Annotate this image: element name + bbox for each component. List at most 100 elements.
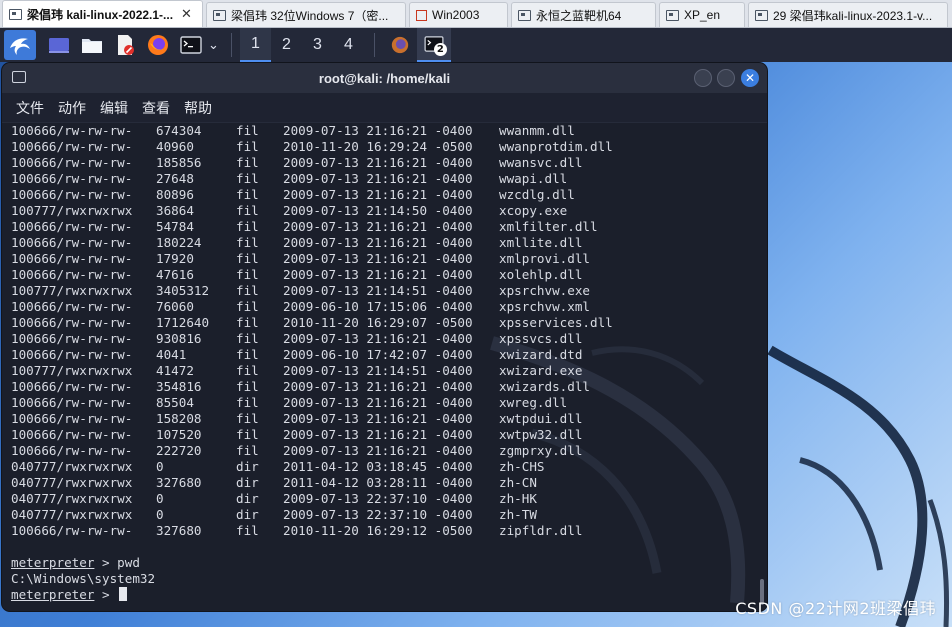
menu-edit[interactable]: 编辑 (100, 98, 128, 118)
listing-type: fil (236, 187, 259, 202)
listing-name: xpsservices.dll (499, 315, 613, 330)
close-button[interactable]: ✕ (741, 69, 759, 87)
window-count-badge: 2 (433, 43, 447, 56)
workspace-4[interactable]: 4 (333, 28, 364, 62)
listing-type: fil (236, 331, 259, 346)
listing-mode: 100666/rw-rw-rw- (11, 235, 133, 250)
text-editor-button[interactable] (114, 34, 136, 56)
listing-type: fil (236, 235, 259, 250)
listing-name: zh-CN (499, 475, 537, 490)
listing-date: 2009-07-13 21:16:21 -0400 (283, 219, 473, 234)
close-icon: ✕ (744, 71, 756, 85)
listing-size: 36864 (156, 203, 194, 218)
listing-mode: 100666/rw-rw-rw- (11, 395, 133, 410)
listing-size: 930816 (156, 331, 202, 346)
listing-row: 100666/rw-rw-rw- 47616 fil 2009-07-13 21:16… (11, 267, 767, 283)
listing-row: 100777/rwxrwxrwx 36864 fil 2009-07-13 21:14… (11, 203, 767, 219)
prompt-word: meterpreter (11, 587, 95, 602)
listing-type: dir (236, 459, 259, 474)
listing-row: 100666/rw-rw-rw- 54784 fil 2009-07-13 21:16… (11, 219, 767, 235)
listing-name: xwtpdui.dll (499, 411, 583, 426)
vm-tab-kali-2022[interactable]: 梁倡玮 kali-linux-2022.1-... ✕ (2, 0, 203, 27)
listing-name: xwizard.dtd (499, 347, 583, 362)
listing-size: 4041 (156, 347, 187, 362)
tab-close-icon[interactable]: ✕ (181, 6, 192, 22)
listing-row: 100666/rw-rw-rw- 27648 fil 2009-07-13 21:16… (11, 171, 767, 187)
taskbar-firefox[interactable] (383, 28, 417, 62)
listing-row: 100777/rwxrwxrwx 3405312 fil 2009-07-13 21:… (11, 283, 767, 299)
kali-dragon-icon (10, 38, 30, 55)
listing-type: fil (236, 155, 259, 170)
file-manager-button[interactable] (81, 34, 103, 56)
workspace-1[interactable]: 1 (239, 28, 271, 62)
listing-type: dir (236, 475, 259, 490)
listing-name: zipfldr.dll (499, 523, 583, 538)
listing-date: 2009-07-13 21:16:21 -0400 (283, 123, 473, 138)
chevron-down-icon[interactable]: ⌄ (208, 38, 219, 53)
vm-tab-win2003[interactable]: Win2003 (409, 2, 508, 27)
vm-tab-eternalblue[interactable]: 永恒之蓝靶机64 (511, 2, 656, 27)
listing-size: 180224 (156, 235, 202, 250)
listing-type: fil (236, 171, 259, 186)
listing-type: fil (236, 411, 259, 426)
listing-name: zgmprxy.dll (499, 443, 583, 458)
menu-view[interactable]: 查看 (142, 98, 170, 118)
active-prompt-line[interactable]: meterpreter > (11, 587, 767, 603)
listing-date: 2011-04-12 03:28:11 -0400 (283, 475, 473, 490)
listing-mode: 100777/rwxrwxrwx (11, 203, 133, 218)
prompt-suffix: > (94, 587, 118, 602)
listing-type: dir (236, 507, 259, 522)
listing-name: zh-TW (499, 507, 537, 522)
listing-name: xcopy.exe (499, 203, 568, 218)
menu-file[interactable]: 文件 (16, 98, 44, 118)
menu-help[interactable]: 帮助 (184, 98, 212, 118)
listing-date: 2010-11-20 16:29:07 -0500 (283, 315, 473, 330)
vm-tab-label: 29 梁倡玮kali-linux-2023.1-v... (773, 8, 933, 23)
listing-mode: 100666/rw-rw-rw- (11, 411, 133, 426)
firefox-launcher[interactable] (147, 34, 169, 56)
listing-name: xwtpw32.dll (499, 427, 583, 442)
listing-name: xmllite.dll (499, 235, 583, 250)
kali-menu-button[interactable] (4, 30, 36, 60)
vm-tab-kali-2023[interactable]: 29 梁倡玮kali-linux-2023.1-v... (748, 2, 948, 27)
text-cursor (119, 587, 128, 601)
listing-date: 2009-07-13 21:16:21 -0400 (283, 427, 473, 442)
workspace-2[interactable]: 2 (271, 28, 302, 62)
window-titlebar[interactable]: root@kali: /home/kali ✕ (2, 63, 767, 93)
command-output: C:\Windows\system32 (11, 571, 156, 586)
vm-tab-label: 梁倡玮 kali-linux-2022.1-... (27, 7, 174, 22)
terminal-launcher[interactable] (180, 34, 202, 56)
workspace-3[interactable]: 3 (302, 28, 333, 62)
minimize-button[interactable] (694, 69, 712, 87)
taskbar-terminal[interactable]: 2 (416, 28, 451, 62)
listing-name: xpssvcs.dll (499, 331, 583, 346)
listing-size: 3405312 (156, 283, 210, 298)
maximize-button[interactable] (717, 69, 735, 87)
listing-row: 100666/rw-rw-rw- 180224 fil 2009-07-13 21:1… (11, 235, 767, 251)
vm-tab-strip: 梁倡玮 kali-linux-2022.1-... ✕ 梁倡玮 32位Windo… (0, 0, 952, 28)
command-text: pwd (117, 555, 140, 570)
desktop-icon (49, 38, 69, 53)
listing-date: 2009-07-13 21:16:21 -0400 (283, 379, 473, 394)
listing-date: 2009-07-13 21:16:21 -0400 (283, 171, 473, 186)
listing-type: fil (236, 347, 259, 362)
listing-row: 040777/rwxrwxrwx 327680 dir 2011-04-12 03:2… (11, 475, 767, 491)
listing-name: xmlprovi.dll (499, 251, 590, 266)
listing-date: 2009-07-13 21:16:21 -0400 (283, 251, 473, 266)
vm-tab-win7[interactable]: 梁倡玮 32位Windows 7（密... (206, 2, 406, 27)
firefox-icon (148, 35, 168, 55)
listing-type: fil (236, 395, 259, 410)
show-desktop-button[interactable] (48, 34, 70, 56)
menu-actions[interactable]: 动作 (58, 98, 86, 118)
vm-tab-xp[interactable]: XP_en (659, 2, 745, 27)
listing-name: zh-CHS (499, 459, 545, 474)
terminal-output[interactable]: 100666/rw-rw-rw- 674304 fil 2009-07-13 21:1… (2, 123, 767, 611)
terminal-scrollbar[interactable] (758, 123, 764, 611)
listing-size: 85504 (156, 395, 194, 410)
listing-size: 327680 (156, 523, 202, 538)
listing-mode: 100666/rw-rw-rw- (11, 331, 133, 346)
vm-tab-label: XP_en (684, 8, 721, 22)
csdn-watermark: CSDN @22计网2班梁倡玮 (735, 599, 936, 618)
listing-size: 158208 (156, 411, 202, 426)
listing-row: 100666/rw-rw-rw- 40960 fil 2010-11-20 16:29… (11, 139, 767, 155)
